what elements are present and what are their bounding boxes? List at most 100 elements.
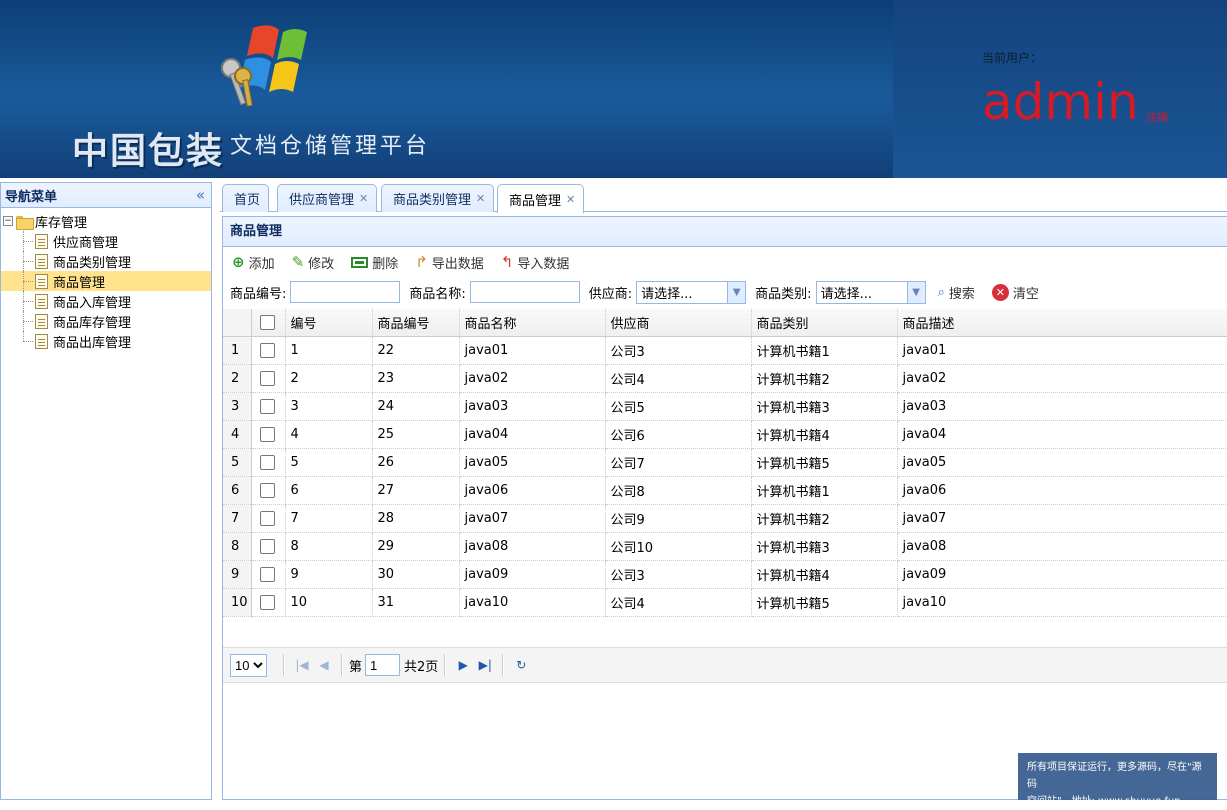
- tab-close-icon[interactable]: ✕: [566, 193, 575, 206]
- product-name-label: 商品名称:: [409, 286, 466, 302]
- next-page-icon[interactable]: ▶: [452, 658, 474, 672]
- sidebar-item-stock[interactable]: 商品库存管理: [1, 311, 211, 331]
- table-row[interactable]: 5 5 26 java05 公司7 计算机书籍5 java05: [223, 448, 1227, 477]
- collapse-sidebar-icon[interactable]: «: [196, 186, 205, 204]
- row-checkbox[interactable]: [251, 588, 286, 617]
- table-row[interactable]: 1 1 22 java01 公司3 计算机书籍1 java01: [223, 336, 1227, 365]
- table-row[interactable]: 6 6 27 java06 公司8 计算机书籍1 java06: [223, 476, 1227, 505]
- last-page-icon[interactable]: ▶|: [474, 658, 496, 672]
- column-header[interactable]: 商品名称: [459, 309, 606, 337]
- supplier-select[interactable]: 请选择... ▼: [636, 280, 747, 304]
- table-cell: 26: [372, 448, 460, 477]
- search-button[interactable]: ⌕ 搜索: [938, 283, 975, 302]
- delete-button[interactable]: 删除: [351, 253, 398, 272]
- table-cell: java06: [897, 476, 1227, 505]
- select-all-checkbox[interactable]: [251, 309, 286, 337]
- table-cell: 公司4: [605, 588, 752, 617]
- tree-node-inventory[interactable]: − 库存管理: [1, 211, 211, 231]
- product-name-input[interactable]: [469, 281, 580, 303]
- row-checkbox[interactable]: [251, 532, 286, 561]
- tab-category[interactable]: 商品类别管理 ✕: [381, 184, 495, 212]
- row-checkbox[interactable]: [251, 448, 286, 477]
- edit-button[interactable]: ✎ 修改: [292, 253, 335, 272]
- table-cell: java08: [897, 532, 1227, 561]
- chevron-down-icon[interactable]: ▼: [727, 281, 746, 303]
- tab-close-icon[interactable]: ✕: [476, 192, 485, 205]
- product-code-label: 商品编号:: [230, 286, 287, 302]
- clear-button[interactable]: ✕ 清空: [991, 283, 1039, 302]
- prev-page-icon[interactable]: ◀: [313, 658, 335, 672]
- refresh-icon[interactable]: ↻: [510, 658, 532, 672]
- column-header[interactable]: 商品类别: [751, 309, 898, 337]
- first-page-icon[interactable]: |◀: [291, 658, 313, 672]
- row-checkbox[interactable]: [251, 504, 286, 533]
- tab-label: 商品类别管理: [393, 193, 472, 208]
- row-checkbox[interactable]: [251, 392, 286, 421]
- sidebar-item-supplier[interactable]: 供应商管理: [1, 231, 211, 251]
- table-row[interactable]: 8 8 29 java08 公司10 计算机书籍3 java08: [223, 532, 1227, 561]
- tree-node-label: 库存管理: [35, 215, 88, 231]
- nav-tree: − 库存管理 供应商管理 商品类别管理 商品管理 商品入库管理 商品库存管理 商…: [1, 208, 211, 351]
- sidebar-item-stock-out[interactable]: 商品出库管理: [1, 331, 211, 351]
- tab-home[interactable]: 首页: [222, 184, 270, 212]
- row-checkbox[interactable]: [251, 476, 286, 505]
- tab-close-icon[interactable]: ✕: [359, 192, 368, 205]
- file-icon: [35, 253, 48, 269]
- add-button[interactable]: ⊕ 添加: [232, 253, 275, 272]
- product-code-input[interactable]: [290, 281, 401, 303]
- table-cell: 29: [372, 532, 460, 561]
- page-size-select[interactable]: 10: [230, 653, 267, 677]
- column-header[interactable]: 供应商: [605, 309, 752, 337]
- category-select[interactable]: 请选择... ▼: [815, 280, 926, 304]
- logout-link[interactable]: 注销: [1146, 109, 1168, 125]
- table-cell: 31: [372, 588, 460, 617]
- tab-supplier[interactable]: 供应商管理 ✕: [277, 184, 378, 212]
- tree-collapse-toggle-icon[interactable]: −: [3, 216, 13, 226]
- table-cell: 5: [285, 448, 373, 477]
- row-checkbox[interactable]: [251, 560, 286, 589]
- row-number: 9: [223, 560, 252, 589]
- chevron-down-icon[interactable]: ▼: [906, 281, 925, 303]
- table-cell: java04: [459, 420, 606, 449]
- sidebar-item-category[interactable]: 商品类别管理: [1, 251, 211, 271]
- row-checkbox[interactable]: [251, 364, 286, 393]
- column-header[interactable]: 商品描述: [897, 309, 1227, 337]
- table-row[interactable]: 2 2 23 java02 公司4 计算机书籍2 java02: [223, 364, 1227, 393]
- row-checkbox[interactable]: [251, 420, 286, 449]
- row-number: 1: [223, 336, 252, 365]
- page-number-input[interactable]: [365, 654, 401, 676]
- table-cell: java01: [459, 336, 606, 365]
- tab-label: 商品管理: [509, 193, 562, 209]
- column-header[interactable]: 编号: [285, 309, 373, 337]
- table-row[interactable]: 3 3 24 java03 公司5 计算机书籍3 java03: [223, 392, 1227, 421]
- sidebar-item-product[interactable]: 商品管理: [1, 271, 211, 291]
- table-row[interactable]: 4 4 25 java04 公司6 计算机书籍4 java04: [223, 420, 1227, 449]
- table-cell: java07: [897, 504, 1227, 533]
- table-cell: 公司3: [605, 336, 752, 365]
- watermark-banner: 所有项目保证运行，更多源码，尽在"源码 空间站"，地址: www.shuyue.…: [1018, 753, 1217, 807]
- tab-bar: 首页 供应商管理 ✕ 商品类别管理 ✕ 商品管理 ✕: [220, 182, 1227, 213]
- table-cell: 8: [285, 532, 373, 561]
- row-number: 10: [223, 588, 252, 617]
- nav-sidebar-title: 导航菜单: [5, 189, 58, 205]
- export-button[interactable]: ↱ 导出数据: [415, 253, 484, 272]
- table-cell: 计算机书籍4: [751, 420, 898, 449]
- row-number: 6: [223, 476, 252, 505]
- table-row[interactable]: 9 9 30 java09 公司3 计算机书籍4 java09: [223, 560, 1227, 589]
- add-icon: ⊕: [232, 252, 245, 271]
- table-cell: 7: [285, 504, 373, 533]
- table-cell: 4: [285, 420, 373, 449]
- table-cell: 3: [285, 392, 373, 421]
- table-row[interactable]: 10 10 31 java10 公司4 计算机书籍5 java10: [223, 588, 1227, 617]
- column-header[interactable]: 商品编号: [372, 309, 460, 337]
- page-total-label: 共2页: [404, 659, 439, 675]
- tab-product[interactable]: 商品管理 ✕: [497, 184, 585, 213]
- brand-logo-text: 中国包装: [72, 131, 225, 172]
- app-header: 中国包装 文档仓储管理平台 当前用户： admin 注销: [0, 0, 1227, 178]
- row-number: 3: [223, 392, 252, 421]
- table-cell: 计算机书籍5: [751, 448, 898, 477]
- row-checkbox[interactable]: [251, 336, 286, 365]
- import-button[interactable]: ↰ 导入数据: [501, 253, 570, 272]
- sidebar-item-stock-in[interactable]: 商品入库管理: [1, 291, 211, 311]
- table-row[interactable]: 7 7 28 java07 公司9 计算机书籍2 java07: [223, 504, 1227, 533]
